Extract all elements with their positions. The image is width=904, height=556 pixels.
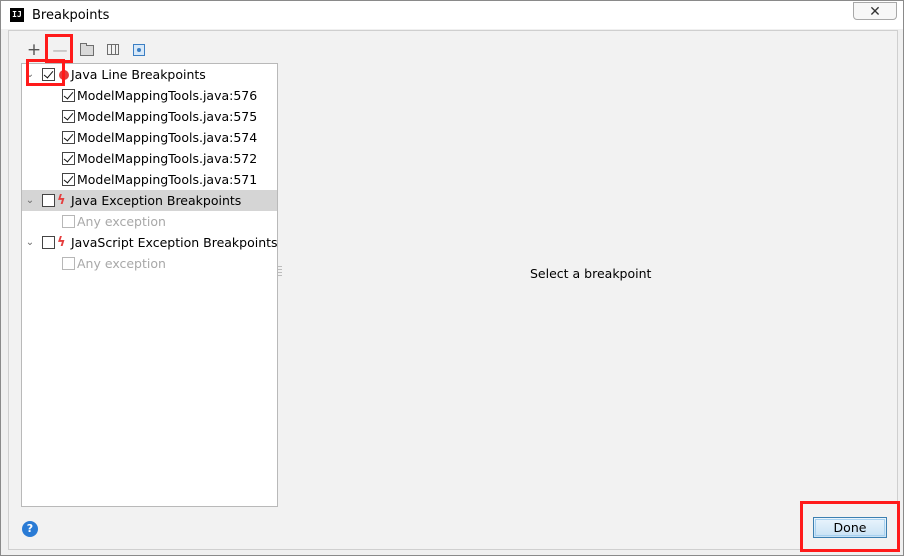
item-checkbox[interactable] xyxy=(62,89,75,102)
tree-item[interactable]: ModelMappingTools.java:576 xyxy=(22,85,277,106)
breakpoint-tree[interactable]: ⌄ Java Line Breakpoints ModelMappingTool… xyxy=(21,63,278,507)
item-label: ModelMappingTools.java:574 xyxy=(77,130,258,145)
chevron-down-icon[interactable]: ⌄ xyxy=(25,232,35,253)
tree-group-javascript-exception[interactable]: ⌄ ϟ JavaScript Exception Breakpoints xyxy=(22,232,278,253)
item-label: ModelMappingTools.java:571 xyxy=(77,172,258,187)
item-checkbox[interactable] xyxy=(62,131,75,144)
item-checkbox[interactable] xyxy=(62,152,75,165)
done-button[interactable]: Done xyxy=(813,517,887,538)
group-checkbox[interactable] xyxy=(42,194,55,207)
group-label: JavaScript Exception Breakpoints xyxy=(71,235,278,250)
item-checkbox[interactable] xyxy=(62,215,75,228)
window-title: Breakpoints xyxy=(32,8,110,23)
details-placeholder: Select a breakpoint xyxy=(530,266,652,281)
item-label: Any exception xyxy=(77,256,166,271)
item-label: Any exception xyxy=(77,214,166,229)
export-button[interactable] xyxy=(130,41,148,59)
group-checkbox[interactable] xyxy=(42,68,55,81)
tree-item[interactable]: ModelMappingTools.java:572 xyxy=(22,148,277,169)
new-group-button[interactable] xyxy=(78,41,96,59)
close-button[interactable]: ✕ xyxy=(853,2,897,20)
group-by-icon xyxy=(107,44,119,55)
tree-item[interactable]: Any exception xyxy=(22,253,277,274)
lightning-icon: ϟ xyxy=(57,193,66,208)
group-label: Java Line Breakpoints xyxy=(71,67,206,82)
item-label: ModelMappingTools.java:572 xyxy=(77,151,258,166)
item-checkbox[interactable] xyxy=(62,110,75,123)
intellij-logo-icon: IJ xyxy=(10,8,24,22)
item-checkbox[interactable] xyxy=(62,173,75,186)
splitter-handle[interactable] xyxy=(278,266,282,278)
remove-breakpoint-button[interactable]: — xyxy=(51,41,69,59)
tree-group-java-line[interactable]: ⌄ Java Line Breakpoints xyxy=(22,64,277,85)
chevron-down-icon[interactable]: ⌄ xyxy=(25,190,35,211)
title-bar: IJ Breakpoints ✕ xyxy=(1,1,903,29)
tree-item[interactable]: ModelMappingTools.java:571 xyxy=(22,169,277,190)
lightning-icon: ϟ xyxy=(57,235,66,250)
group-by-button[interactable] xyxy=(104,41,122,59)
minus-icon: — xyxy=(52,41,68,59)
done-button-label: Done xyxy=(833,520,867,535)
plus-icon: + xyxy=(26,40,42,60)
item-label: ModelMappingTools.java:575 xyxy=(77,109,258,124)
tree-item[interactable]: ModelMappingTools.java:575 xyxy=(22,106,277,127)
tree-group-java-exception[interactable]: ⌄ ϟ Java Exception Breakpoints xyxy=(22,190,277,211)
tree-item[interactable]: ModelMappingTools.java:574 xyxy=(22,127,277,148)
add-breakpoint-button[interactable]: + xyxy=(25,41,43,59)
red-dot-icon xyxy=(59,70,69,80)
chevron-down-icon[interactable]: ⌄ xyxy=(25,64,35,85)
item-label: ModelMappingTools.java:576 xyxy=(77,88,258,103)
item-checkbox[interactable] xyxy=(62,257,75,270)
help-icon[interactable]: ? xyxy=(22,521,38,537)
folder-icon xyxy=(80,43,94,56)
group-label: Java Exception Breakpoints xyxy=(71,193,242,208)
tree-item[interactable]: Any exception xyxy=(22,211,277,232)
export-icon xyxy=(133,44,145,56)
group-checkbox[interactable] xyxy=(42,236,55,249)
